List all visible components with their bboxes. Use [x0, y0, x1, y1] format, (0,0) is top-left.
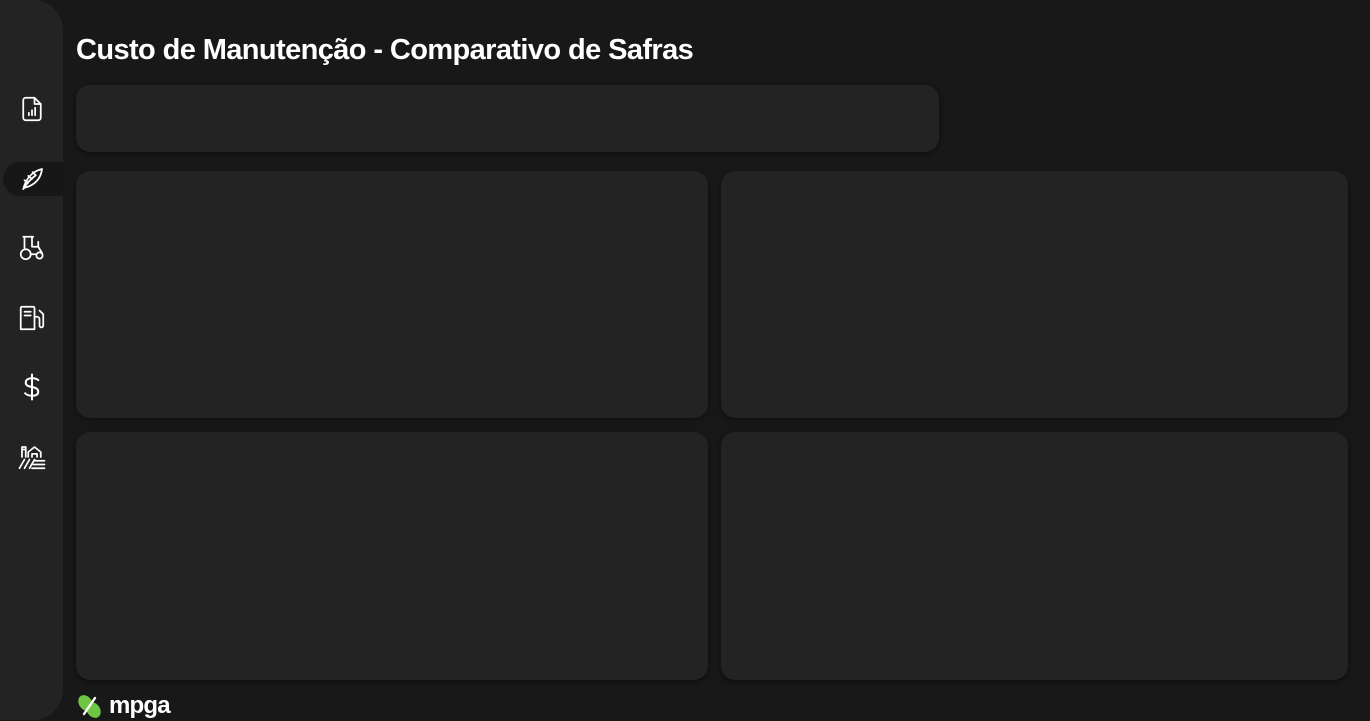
chart-card-top-left [76, 171, 708, 418]
filter-bar [76, 85, 939, 152]
sidebar [0, 0, 65, 720]
sidebar-item-farm[interactable] [0, 439, 63, 475]
brand-logo: mpga [76, 691, 171, 721]
sidebar-item-fuel[interactable] [0, 300, 63, 336]
sidebar-item-reports[interactable] [0, 91, 63, 127]
report-chart-icon [21, 96, 42, 122]
leaf-icon [21, 168, 43, 190]
chart-card-bottom-right [721, 432, 1348, 680]
fuel-pump-icon [19, 305, 44, 331]
page-title: Custo de Manutenção - Comparativo de Saf… [76, 34, 694, 66]
sidebar-item-crops[interactable] [0, 161, 65, 197]
chart-card-bottom-left [76, 432, 708, 680]
farm-icon [18, 446, 45, 470]
chart-card-top-right [721, 171, 1348, 418]
sidebar-item-costs[interactable] [0, 369, 63, 405]
logo-mark-icon [78, 695, 101, 718]
sidebar-item-machinery[interactable] [0, 230, 63, 266]
logo-text: mpga [109, 692, 171, 719]
tractor-icon [19, 235, 43, 261]
dollar-icon [23, 373, 39, 401]
